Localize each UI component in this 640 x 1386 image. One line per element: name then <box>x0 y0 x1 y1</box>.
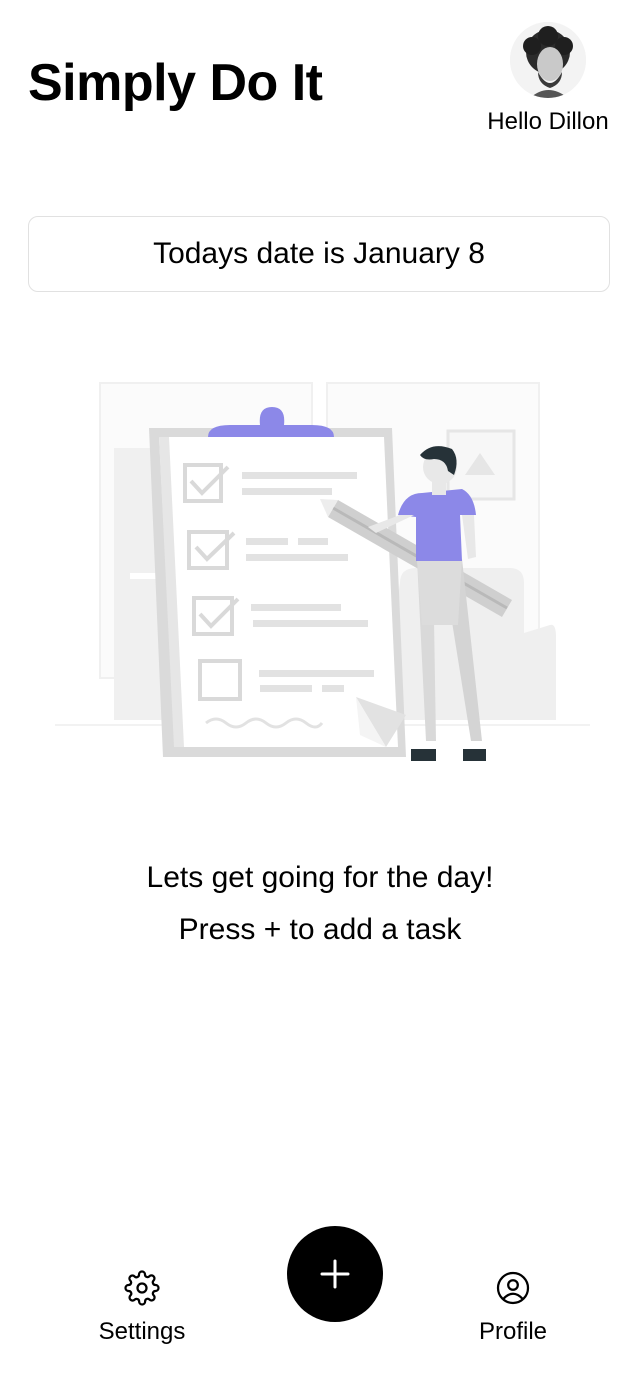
empty-state-message: Lets get going for the day! Press + to a… <box>0 852 640 956</box>
empty-state-line1: Lets get going for the day! <box>146 861 494 894</box>
date-text: Todays date is January 8 <box>153 237 485 270</box>
profile-label: Profile <box>478 1318 548 1345</box>
app-title: Simply Do It <box>28 54 323 112</box>
user-circle-icon <box>496 1271 530 1305</box>
avatar-image <box>510 22 586 98</box>
plus-icon <box>320 1259 350 1289</box>
empty-state-line2: Press + to add a task <box>178 913 462 946</box>
greeting-text: Hello Dillon <box>487 108 609 135</box>
settings-nav-button[interactable]: Settings <box>72 1270 212 1346</box>
user-profile-header[interactable]: Hello Dillon <box>478 22 618 136</box>
date-card: Todays date is January 8 <box>28 216 610 292</box>
clipboard-checklist-illustration <box>50 375 590 770</box>
add-task-button[interactable] <box>287 1226 383 1322</box>
profile-nav-button[interactable]: Profile <box>443 1270 583 1346</box>
settings-label: Settings <box>98 1318 186 1345</box>
gear-icon <box>124 1270 160 1306</box>
avatar[interactable] <box>510 22 586 98</box>
